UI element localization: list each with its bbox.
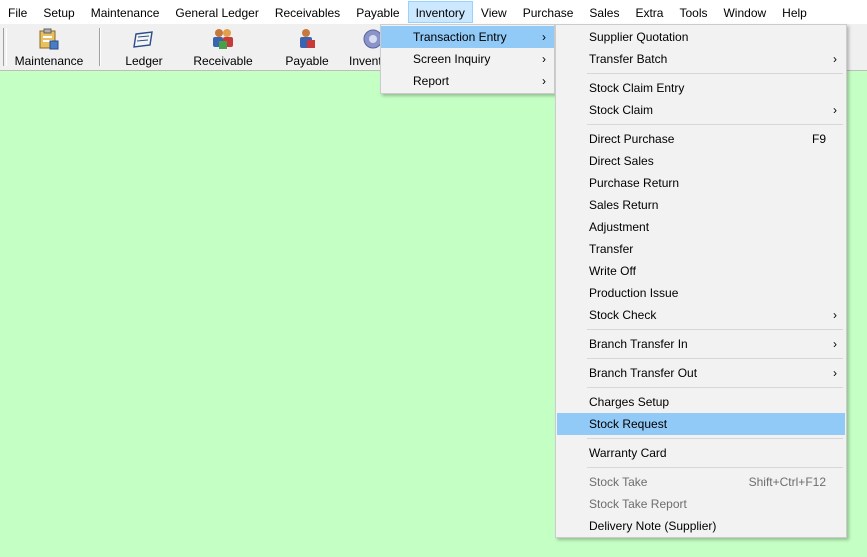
charges-setup-label: Charges Setup — [589, 395, 670, 409]
toolbar-maintenance-label: Maintenance — [14, 54, 84, 68]
menu-file[interactable]: File — [0, 1, 35, 23]
branch-transfer-in-label: Branch Transfer In — [589, 337, 688, 351]
menuitem-stock-check[interactable]: Stock Check › — [557, 304, 845, 326]
payable-icon — [300, 29, 315, 48]
menu-purchase[interactable]: Purchase — [515, 1, 582, 23]
menuitem-transfer[interactable]: Transfer — [557, 238, 845, 260]
stock-request-label: Stock Request — [589, 417, 668, 431]
menu-inventory[interactable]: Inventory — [407, 1, 473, 23]
delivery-note-label: Delivery Note (Supplier) — [589, 519, 717, 533]
toolbar-ledger-label: Ledger — [125, 54, 163, 68]
stock-take-report-label: Stock Take Report — [589, 497, 687, 511]
ledger-icon — [133, 31, 153, 48]
menu-window[interactable]: Window — [715, 1, 774, 23]
toolbar-ledger-button[interactable]: Ledger — [113, 24, 175, 70]
menuitem-transfer-batch[interactable]: Transfer Batch › — [557, 48, 845, 70]
toolbar-receivable-label: Receivable — [193, 54, 253, 68]
chevron-right-icon: › — [542, 52, 546, 66]
menu-separator — [587, 73, 843, 74]
menu-maintenance[interactable]: Maintenance — [83, 1, 168, 23]
report-label: Report — [413, 74, 450, 88]
menuitem-write-off[interactable]: Write Off — [557, 260, 845, 282]
adjustment-label: Adjustment — [589, 220, 650, 234]
warranty-card-label: Warranty Card — [589, 446, 667, 460]
toolbar-payable-button[interactable]: Payable — [275, 24, 339, 70]
chevron-right-icon: › — [542, 74, 546, 88]
menu-help[interactable]: Help — [774, 1, 815, 23]
toolbar-maintenance-button[interactable]: Maintenance — [11, 24, 87, 70]
menu-separator — [587, 329, 843, 330]
menu-bar: File Setup Maintenance General Ledger Re… — [0, 0, 867, 24]
menuitem-stock-take: Stock Take Shift+Ctrl+F12 — [557, 471, 845, 493]
screen-inquiry-label: Screen Inquiry — [413, 52, 491, 66]
stock-claim-label: Stock Claim — [589, 103, 654, 117]
toolbar-separator — [99, 28, 101, 66]
menuitem-stock-claim-entry[interactable]: Stock Claim Entry — [557, 77, 845, 99]
direct-purchase-label: Direct Purchase — [589, 132, 675, 146]
stock-check-label: Stock Check — [589, 308, 657, 322]
menuitem-warranty-card[interactable]: Warranty Card — [557, 442, 845, 464]
menuitem-direct-purchase[interactable]: Direct Purchase F9 — [557, 128, 845, 150]
direct-purchase-shortcut: F9 — [811, 132, 826, 146]
menuitem-purchase-return[interactable]: Purchase Return — [557, 172, 845, 194]
menu-separator — [587, 438, 843, 439]
transaction-entry-submenu: Supplier Quotation Transfer Batch › Stoc… — [555, 24, 847, 538]
menuitem-sales-return[interactable]: Sales Return — [557, 194, 845, 216]
menuitem-branch-transfer-in[interactable]: Branch Transfer In › — [557, 333, 845, 355]
production-issue-label: Production Issue — [589, 286, 679, 300]
menu-separator — [587, 358, 843, 359]
receivable-icon — [213, 29, 233, 49]
inventory-menu-transaction-entry[interactable]: Transaction Entry › — [381, 26, 554, 48]
sales-return-label: Sales Return — [589, 198, 659, 212]
menu-separator — [587, 467, 843, 468]
menuitem-supplier-quotation[interactable]: Supplier Quotation — [557, 26, 845, 48]
chevron-right-icon: › — [833, 103, 837, 117]
menuitem-production-issue[interactable]: Production Issue — [557, 282, 845, 304]
menuitem-stock-claim[interactable]: Stock Claim › — [557, 99, 845, 121]
inventory-menu: Transaction Entry › Screen Inquiry › Rep… — [380, 24, 555, 94]
chevron-right-icon: › — [833, 366, 837, 380]
stock-take-label: Stock Take — [589, 475, 648, 489]
menuitem-charges-setup[interactable]: Charges Setup — [557, 391, 845, 413]
menu-payable[interactable]: Payable — [348, 1, 407, 23]
menu-sales[interactable]: Sales — [581, 1, 627, 23]
purchase-return-label: Purchase Return — [589, 176, 680, 190]
transaction-entry-label: Transaction Entry — [413, 30, 507, 44]
toolbar-grip[interactable] — [3, 28, 7, 66]
transfer-label: Transfer — [589, 242, 634, 256]
menuitem-stock-take-report: Stock Take Report — [557, 493, 845, 515]
supplier-quotation-label: Supplier Quotation — [589, 30, 689, 44]
chevron-right-icon: › — [833, 337, 837, 351]
menu-tools[interactable]: Tools — [671, 1, 715, 23]
write-off-label: Write Off — [589, 264, 636, 278]
chevron-right-icon: › — [542, 30, 546, 44]
chevron-right-icon: › — [833, 308, 837, 322]
menu-setup[interactable]: Setup — [35, 1, 82, 23]
menu-separator — [587, 124, 843, 125]
menu-separator — [587, 387, 843, 388]
toolbar-payable-label: Payable — [285, 54, 329, 68]
stock-take-shortcut: Shift+Ctrl+F12 — [748, 475, 826, 489]
inventory-menu-report[interactable]: Report › — [381, 70, 554, 92]
menu-extra[interactable]: Extra — [627, 1, 671, 23]
maintenance-icon — [39, 28, 59, 50]
menuitem-delivery-note-supplier[interactable]: Delivery Note (Supplier) — [557, 515, 845, 537]
menu-receivables[interactable]: Receivables — [267, 1, 348, 23]
menuitem-adjustment[interactable]: Adjustment — [557, 216, 845, 238]
menu-general-ledger[interactable]: General Ledger — [167, 1, 266, 23]
menuitem-direct-sales[interactable]: Direct Sales — [557, 150, 845, 172]
inventory-menu-screen-inquiry[interactable]: Screen Inquiry › — [381, 48, 554, 70]
stock-claim-entry-label: Stock Claim Entry — [589, 81, 685, 95]
transfer-batch-label: Transfer Batch — [589, 52, 668, 66]
chevron-right-icon: › — [833, 52, 837, 66]
menuitem-branch-transfer-out[interactable]: Branch Transfer Out › — [557, 362, 845, 384]
toolbar-receivable-button[interactable]: Receivable — [179, 24, 267, 70]
menuitem-stock-request[interactable]: Stock Request — [557, 413, 845, 435]
menu-view[interactable]: View — [473, 1, 515, 23]
branch-transfer-out-label: Branch Transfer Out — [589, 366, 698, 380]
direct-sales-label: Direct Sales — [589, 154, 654, 168]
